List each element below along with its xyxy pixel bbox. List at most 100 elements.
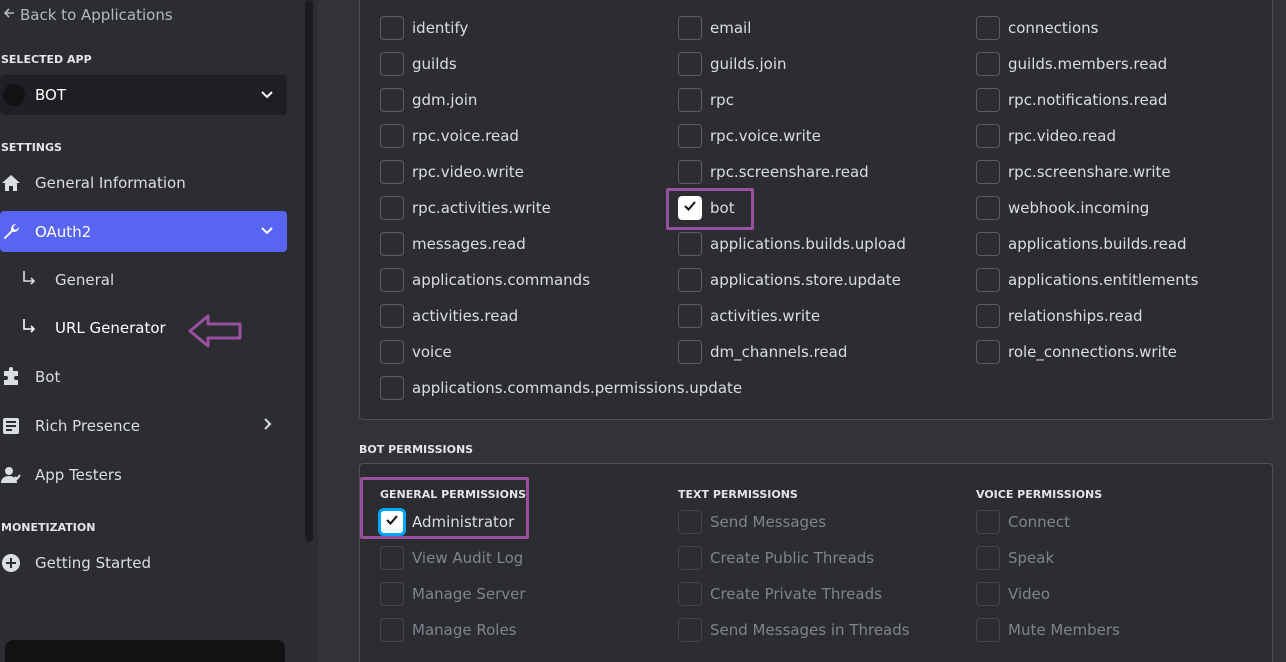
checkbox-box[interactable] (976, 510, 1000, 534)
checkbox-box[interactable] (678, 160, 702, 184)
checkbox-applications-store-update[interactable]: applications.store.update (678, 267, 901, 293)
checkbox-rpc-screenshare-write[interactable]: rpc.screenshare.write (976, 159, 1171, 185)
checkbox-view-audit-log[interactable]: View Audit Log (380, 545, 523, 571)
checkbox-box[interactable] (976, 618, 1000, 642)
nav-rich-presence[interactable]: Rich Presence (0, 405, 287, 446)
checkbox-identify[interactable]: identify (380, 15, 468, 41)
checkbox-activities-read[interactable]: activities.read (380, 303, 518, 329)
checkbox-applications-builds-read[interactable]: applications.builds.read (976, 231, 1187, 257)
checkbox-box[interactable] (380, 340, 404, 364)
checkbox-box[interactable] (976, 268, 1000, 292)
checkbox-box[interactable] (678, 88, 702, 112)
checkbox-box[interactable] (678, 196, 702, 220)
checkbox-box[interactable] (380, 546, 404, 570)
checkbox-box[interactable] (380, 196, 404, 220)
checkbox-box[interactable] (976, 340, 1000, 364)
checkbox-box[interactable] (976, 124, 1000, 148)
checkbox-box[interactable] (380, 88, 404, 112)
checkbox-mute-members[interactable]: Mute Members (976, 617, 1120, 643)
nav-bot[interactable]: Bot (0, 356, 287, 397)
checkbox-box[interactable] (380, 124, 404, 148)
checkbox-applications-builds-upload[interactable]: applications.builds.upload (678, 231, 906, 257)
checkbox-box[interactable] (976, 88, 1000, 112)
checkbox-webhook-incoming[interactable]: webhook.incoming (976, 195, 1149, 221)
checkbox-box[interactable] (380, 304, 404, 328)
checkbox-voice[interactable]: voice (380, 339, 452, 365)
checkbox-box[interactable] (976, 160, 1000, 184)
checkbox-applications-commands[interactable]: applications.commands (380, 267, 590, 293)
checkbox-box[interactable] (380, 160, 404, 184)
back-to-applications-link[interactable]: Back to Applications (2, 6, 173, 24)
checkbox-box[interactable] (380, 582, 404, 606)
app-selector[interactable]: BOT (0, 75, 287, 115)
checkbox-box[interactable] (380, 268, 404, 292)
checkbox-box[interactable] (678, 124, 702, 148)
nav-general-information[interactable]: General Information (0, 162, 287, 203)
checkbox-box[interactable] (678, 16, 702, 40)
checkbox-email[interactable]: email (678, 15, 751, 41)
checkbox-activities-write[interactable]: activities.write (678, 303, 820, 329)
checkbox-box[interactable] (976, 196, 1000, 220)
checkbox-connect[interactable]: Connect (976, 509, 1070, 535)
checkbox-applications-entitlements[interactable]: applications.entitlements (976, 267, 1198, 293)
checkbox-box[interactable] (976, 232, 1000, 256)
checkbox-box[interactable] (678, 510, 702, 534)
checkbox-rpc[interactable]: rpc (678, 87, 734, 113)
checkbox-box[interactable] (678, 546, 702, 570)
checkbox-speak[interactable]: Speak (976, 545, 1054, 571)
checkbox-administrator[interactable]: Administrator (378, 508, 514, 536)
checkbox-rpc-voice-read[interactable]: rpc.voice.read (380, 123, 519, 149)
checkbox-box[interactable] (380, 376, 404, 400)
checkbox-rpc-video-read[interactable]: rpc.video.read (976, 123, 1116, 149)
settings-heading: SETTINGS (1, 141, 62, 154)
checkbox-box[interactable] (976, 582, 1000, 606)
checkbox-create-private-threads[interactable]: Create Private Threads (678, 581, 882, 607)
checkbox-rpc-activities-write[interactable]: rpc.activities.write (380, 195, 551, 221)
checkbox-box[interactable] (976, 16, 1000, 40)
checkbox-label: gdm.join (412, 91, 478, 109)
checkbox-box[interactable] (380, 618, 404, 642)
checkbox-box[interactable] (976, 304, 1000, 328)
checkbox-box[interactable] (678, 52, 702, 76)
checkbox-guilds[interactable]: guilds (380, 51, 457, 77)
checkbox-box[interactable] (678, 340, 702, 364)
checkbox-box[interactable] (678, 618, 702, 642)
checkbox-applications-commands-permissions-update[interactable]: applications.commands.permissions.update (380, 375, 742, 401)
checkbox-box[interactable] (678, 582, 702, 606)
checkbox-create-public-threads[interactable]: Create Public Threads (678, 545, 874, 571)
checkbox-bot[interactable]: bot (678, 195, 735, 221)
checkbox-dm-channels-read[interactable]: dm_channels.read (678, 339, 847, 365)
checkbox-video[interactable]: Video (976, 581, 1050, 607)
checkbox-box[interactable] (678, 268, 702, 292)
checkbox-send-messages-in-threads[interactable]: Send Messages in Threads (678, 617, 910, 643)
checkbox-connections[interactable]: connections (976, 15, 1098, 41)
checkbox-gdm-join[interactable]: gdm.join (380, 87, 477, 113)
nav-app-testers[interactable]: App Testers (0, 454, 287, 495)
nav-oauth2[interactable]: OAuth2 (0, 211, 287, 252)
checkbox-send-messages[interactable]: Send Messages (678, 509, 826, 535)
checkbox-rpc-screenshare-read[interactable]: rpc.screenshare.read (678, 159, 869, 185)
checkbox-manage-roles[interactable]: Manage Roles (380, 617, 517, 643)
checkbox-guilds-members-read[interactable]: guilds.members.read (976, 51, 1167, 77)
checkbox-messages-read[interactable]: messages.read (380, 231, 526, 257)
checkbox-box[interactable] (976, 546, 1000, 570)
checkbox-manage-server[interactable]: Manage Server (380, 581, 526, 607)
checkbox-box[interactable] (678, 232, 702, 256)
checkbox-role-connections-write[interactable]: role_connections.write (976, 339, 1177, 365)
nav-getting-started[interactable]: Getting Started (0, 542, 287, 583)
checkbox-rpc-voice-write[interactable]: rpc.voice.write (678, 123, 821, 149)
checkbox-rpc-notifications-read[interactable]: rpc.notifications.read (976, 87, 1167, 113)
checkbox-guilds-join[interactable]: guilds.join (678, 51, 787, 77)
checkbox-box[interactable] (380, 232, 404, 256)
checkbox-box[interactable] (380, 16, 404, 40)
nav-oauth2-general[interactable]: General (20, 265, 114, 295)
checkbox-rpc-video-write[interactable]: rpc.video.write (380, 159, 524, 185)
checkbox-box[interactable] (378, 508, 406, 536)
checkbox-box[interactable] (678, 304, 702, 328)
nav-url-generator[interactable]: URL Generator (20, 313, 166, 343)
checkbox-box[interactable] (380, 52, 404, 76)
checkbox-label: dm_channels.read (710, 343, 848, 361)
checkbox-relationships-read[interactable]: relationships.read (976, 303, 1143, 329)
checkbox-box[interactable] (976, 52, 1000, 76)
sidebar-scrollbar[interactable] (305, 0, 313, 542)
